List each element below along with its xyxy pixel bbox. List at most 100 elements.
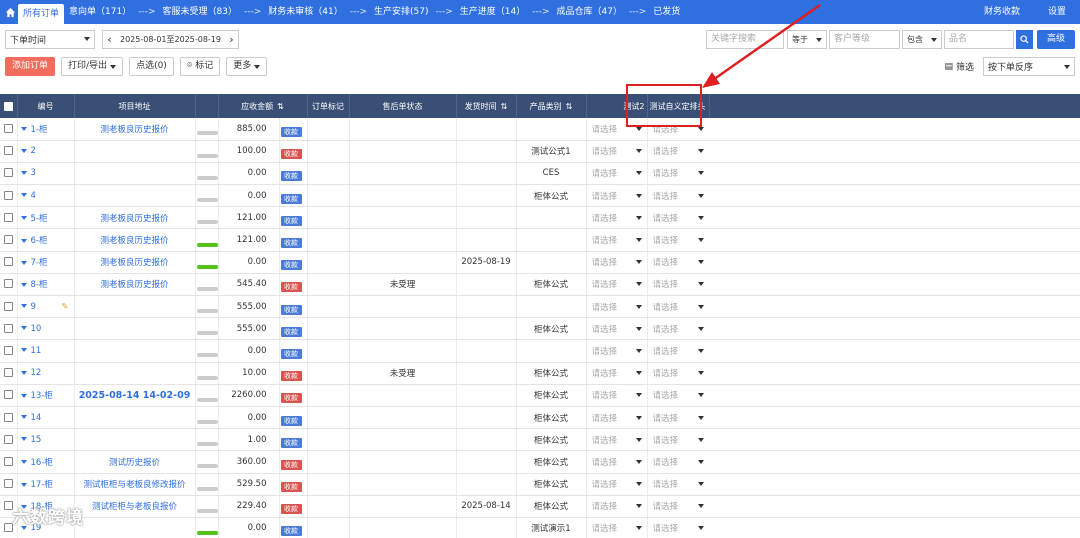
expand-caret-icon[interactable] [20, 348, 27, 353]
row-checkbox[interactable] [0, 428, 18, 452]
row-checkbox[interactable] [0, 206, 18, 230]
order-no-link[interactable]: 7-柜 [17, 251, 75, 274]
more-button[interactable]: 更多 [226, 57, 268, 76]
project-address-link[interactable]: 测老板良历史报价 [74, 251, 196, 274]
order-no-link[interactable]: 1-柜 [17, 118, 75, 141]
prev-icon[interactable]: ‹ [103, 33, 116, 46]
table-row[interactable]: 10 555.00 收款 柜体公式 请选择 请选择 [0, 317, 1080, 341]
tab-5[interactable]: 生产进度（14） [455, 0, 530, 24]
add-order-button[interactable]: 添加订单 [5, 57, 56, 76]
receipt-badge[interactable]: 收款 [280, 371, 302, 382]
table-row[interactable]: 16-柜 测试历史报价 360.00 收款 柜体公式 请选择 请选择 [0, 450, 1080, 474]
advanced-button[interactable]: 高级 [1037, 30, 1075, 49]
receipt-badge[interactable]: 收款 [280, 282, 302, 293]
row-checkbox[interactable] [0, 473, 18, 496]
custom-select[interactable]: 请选择 [647, 317, 710, 341]
custom-select[interactable]: 请选择 [647, 473, 710, 496]
expand-caret-icon[interactable] [20, 370, 27, 375]
custom-select[interactable]: 请选择 [647, 428, 710, 452]
receipt-badge[interactable]: 收款 [280, 415, 302, 426]
home-icon[interactable] [2, 0, 18, 24]
expand-caret-icon[interactable] [20, 326, 27, 331]
receipt-badge[interactable]: 收款 [280, 526, 302, 537]
custom-select[interactable]: 请选择 [647, 273, 710, 297]
receipt-badge[interactable]: 收款 [280, 437, 302, 448]
table-row[interactable]: 8-柜 测老板良历史报价 545.40 收款 未受理 柜体公式 请选择 请选择 [0, 273, 1080, 297]
receipt-badge[interactable]: 收款 [280, 504, 302, 515]
project-address-link[interactable] [74, 517, 196, 538]
row-checkbox[interactable] [0, 339, 18, 363]
expand-caret-icon[interactable] [20, 148, 27, 153]
project-address-link[interactable]: 测试柜柜与老板良修改报价 [74, 473, 196, 496]
project-address-link[interactable]: 2025-08-14 14-02-09 [74, 384, 196, 407]
test2-select[interactable]: 请选择 [586, 162, 648, 186]
search-button[interactable] [1016, 30, 1033, 49]
receipt-badge[interactable]: 收款 [280, 149, 302, 160]
test2-select[interactable]: 请选择 [586, 206, 648, 230]
receipt-badge[interactable]: 收款 [280, 126, 302, 137]
table-row[interactable]: 17-柜 测试柜柜与老板良修改报价 529.50 收款 柜体公式 请选择 请选择 [0, 473, 1080, 496]
tab-3[interactable]: 财务未审核（41） [263, 0, 347, 24]
expand-caret-icon[interactable] [20, 304, 27, 309]
sort-select[interactable]: 按下单反序 [983, 57, 1075, 76]
row-checkbox[interactable] [0, 228, 18, 252]
row-checkbox[interactable] [0, 362, 18, 385]
custom-select[interactable]: 请选择 [647, 362, 710, 385]
order-no-link[interactable]: 15 [17, 428, 75, 452]
expand-caret-icon[interactable] [20, 393, 27, 398]
test2-select[interactable]: 请选择 [586, 273, 648, 297]
order-no-link[interactable]: 14 [17, 406, 75, 430]
project-address-link[interactable]: 测老板良历史报价 [74, 118, 196, 141]
expand-caret-icon[interactable] [20, 415, 27, 420]
receipt-badge[interactable]: 收款 [280, 304, 302, 315]
order-no-link[interactable]: 5-柜 [17, 206, 75, 230]
project-address-link[interactable] [74, 140, 196, 163]
table-row[interactable]: 13-柜 2025-08-14 14-02-09 2260.00 收款 柜体公式 请选择请… [0, 384, 1080, 407]
op2-select[interactable]: 包含 [902, 30, 942, 49]
custom-select[interactable]: 请选择 [647, 517, 710, 538]
project-address-link[interactable] [74, 162, 196, 186]
settings-link[interactable]: 设置 [1034, 0, 1080, 24]
expand-caret-icon[interactable] [20, 260, 27, 265]
keyword-search-input[interactable]: 关键字搜索 [706, 30, 784, 49]
expand-caret-icon[interactable] [20, 238, 27, 243]
order-no-link[interactable]: 16-柜 [17, 450, 75, 474]
row-checkbox[interactable] [0, 251, 18, 274]
project-address-link[interactable] [74, 295, 196, 319]
row-checkbox[interactable] [0, 406, 18, 430]
time-type-select[interactable]: 下单时间 [5, 29, 95, 49]
custom-select[interactable]: 请选择 [647, 406, 710, 430]
test2-select[interactable]: 请选择 [586, 140, 648, 163]
col-ship-time[interactable]: 发货时间 ⇅ [456, 94, 517, 118]
custom-select[interactable]: 请选择 [647, 450, 710, 474]
order-no-link[interactable]: 12 [17, 362, 75, 385]
receipt-badge[interactable]: 收款 [280, 482, 302, 493]
print-export-button[interactable]: 打印/导出 [61, 57, 124, 76]
expand-caret-icon[interactable] [20, 460, 27, 465]
table-row[interactable]: 12 10.00 收款 未受理 柜体公式 请选择 请选择 [0, 362, 1080, 385]
table-row[interactable]: 4 0.00 收款 柜体公式 请选择 请选择 [0, 184, 1080, 208]
tab-6[interactable]: 成品仓库（47） [552, 0, 627, 24]
test2-select[interactable]: 请选择 [586, 384, 648, 407]
order-no-link[interactable]: 13-柜 [17, 384, 75, 407]
pick-button[interactable]: 点选(0) [129, 57, 174, 76]
tab-2[interactable]: 客服未受理（83） [158, 0, 242, 24]
order-no-link[interactable]: 2 [17, 140, 75, 163]
test2-select[interactable]: 请选择 [586, 339, 648, 363]
test2-select[interactable]: 请选择 [586, 428, 648, 452]
test2-select[interactable]: 请选择 [586, 450, 648, 474]
select-all-checkbox[interactable] [0, 94, 18, 118]
table-row[interactable]: 15 1.00 收款 柜体公式 请选择 请选择 [0, 428, 1080, 452]
project-address-link[interactable]: 测试柜柜与老板良报价 [74, 495, 196, 518]
row-checkbox[interactable] [0, 450, 18, 474]
sort-icon[interactable]: ⇅ [277, 102, 284, 111]
table-row[interactable]: 18-柜 测试柜柜与老板良报价 229.40 收款 2025-08-14 柜体公式 请选择请… [0, 495, 1080, 518]
table-row[interactable]: 14 0.00 收款 柜体公式 请选择 请选择 [0, 406, 1080, 430]
order-no-link[interactable]: 8-柜 [17, 273, 75, 297]
tab-1[interactable]: 意向单（171） [64, 0, 136, 24]
custom-select[interactable]: 请选择 [647, 228, 710, 252]
test2-select[interactable]: 请选择 [586, 362, 648, 385]
tab-4[interactable]: 生产安排(57) [369, 0, 433, 24]
test2-select[interactable]: 请选择 [586, 495, 648, 518]
test2-select[interactable]: 请选择 [586, 406, 648, 430]
